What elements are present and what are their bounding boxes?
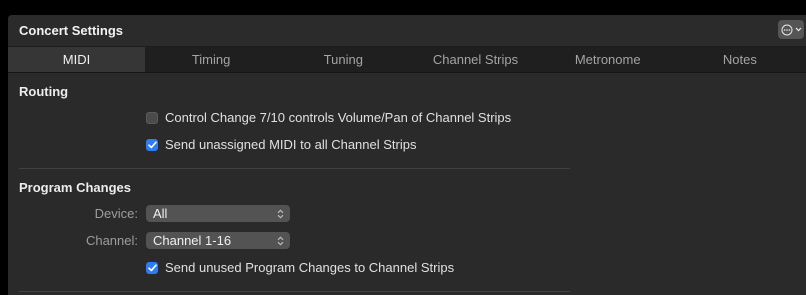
section-divider — [19, 291, 570, 292]
send-unused-program-changes-row[interactable]: Send unused Program Changes to Channel S… — [146, 260, 454, 275]
chevron-down-icon — [795, 27, 801, 32]
device-value: All — [153, 206, 168, 221]
ellipsis-circle-icon — [781, 24, 792, 35]
tab-channel-strips[interactable]: Channel Strips — [409, 47, 541, 72]
routing-section-title: Routing — [19, 84, 69, 99]
tab-midi[interactable]: MIDI — [8, 47, 145, 72]
channel-popup[interactable]: Channel 1-16 — [146, 232, 290, 249]
tab-tuning[interactable]: Tuning — [277, 47, 409, 72]
control-change-label: Control Change 7/10 controls Volume/Pan … — [165, 110, 512, 125]
up-down-chevron-icon — [277, 209, 284, 218]
send-unused-program-changes-checkbox[interactable] — [146, 261, 158, 274]
device-label: Device: — [94, 206, 138, 221]
send-unassigned-row[interactable]: Send unassigned MIDI to all Channel Stri… — [146, 137, 416, 152]
program-changes-section-title: Program Changes — [19, 180, 131, 195]
checkmark-icon — [147, 140, 157, 148]
tab-timing[interactable]: Timing — [145, 47, 277, 72]
tab-bar: MIDI Timing Tuning Channel Strips Metron… — [8, 47, 806, 73]
up-down-chevron-icon — [277, 236, 284, 245]
title-bar: Concert Settings — [8, 15, 806, 47]
send-unassigned-checkbox[interactable] — [146, 138, 158, 151]
send-unused-program-changes-label: Send unused Program Changes to Channel S… — [165, 260, 455, 275]
control-change-checkbox[interactable] — [146, 111, 158, 124]
control-change-row[interactable]: Control Change 7/10 controls Volume/Pan … — [146, 110, 511, 125]
section-divider — [19, 168, 570, 169]
more-options-button[interactable] — [778, 20, 804, 39]
send-unassigned-label: Send unassigned MIDI to all Channel Stri… — [165, 137, 417, 152]
window-title: Concert Settings — [19, 23, 124, 38]
device-popup[interactable]: All — [146, 205, 290, 222]
midi-settings-panel: Routing Control Change 7/10 controls Vol… — [8, 73, 806, 295]
checkmark-icon — [147, 263, 157, 271]
tab-notes[interactable]: Notes — [674, 47, 806, 72]
concert-settings-window: Concert Settings MIDI Timing Tuning Chan… — [8, 15, 806, 295]
channel-value: Channel 1-16 — [153, 233, 232, 248]
tab-metronome[interactable]: Metronome — [542, 47, 674, 72]
channel-label: Channel: — [85, 233, 138, 248]
